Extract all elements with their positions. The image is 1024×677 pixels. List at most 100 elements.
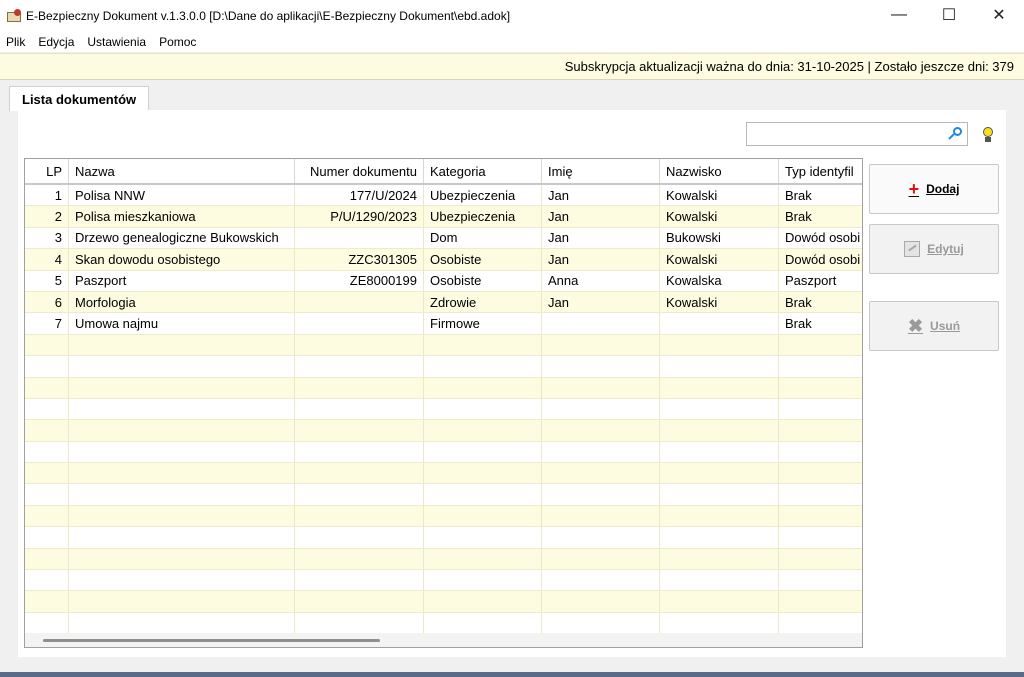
menu-bar: Plik Edycja Ustawienia Pomoc (0, 32, 1024, 52)
minimize-button[interactable]: — (874, 0, 924, 30)
empty-row[interactable] (25, 356, 862, 378)
cell-typ (779, 484, 862, 504)
cell-nazwa (69, 591, 295, 612)
cell-typ (779, 420, 862, 440)
cell-nazwa (69, 484, 295, 505)
empty-row[interactable] (25, 441, 862, 464)
cell-lp (25, 591, 69, 612)
horizontal-scrollbar[interactable] (25, 633, 862, 647)
cell-typ: Paszport (779, 271, 862, 291)
cell-numer (295, 420, 424, 441)
empty-row[interactable] (25, 548, 862, 571)
empty-row[interactable] (25, 484, 862, 506)
cell-nazwisko: Kowalski (660, 206, 779, 227)
empty-row[interactable] (25, 398, 862, 421)
table-row[interactable]: 3 Drzewo genealogiczne Bukowskich Dom Jan Bu… (25, 227, 862, 250)
cell-imie (542, 356, 660, 377)
cell-typ: Brak (779, 206, 862, 226)
column-header-nazwa[interactable]: Nazwa (69, 159, 295, 183)
menu-ustawienia[interactable]: Ustawienia (81, 35, 153, 49)
empty-row[interactable] (25, 334, 862, 357)
menu-edycja[interactable]: Edycja (32, 35, 81, 49)
cell-nazwa (69, 505, 295, 527)
table-row[interactable]: 5 Paszport ZE8000199 Osobiste Anna Kowalska Pa… (25, 270, 862, 292)
cell-lp: 2 (25, 206, 69, 227)
cell-kategoria (424, 420, 542, 441)
column-header-numer[interactable]: Numer dokumentu (295, 159, 424, 183)
cell-nazwa: Paszport (69, 270, 295, 291)
cell-lp (25, 441, 69, 463)
column-header-typ[interactable]: Typ identyfil (779, 159, 862, 183)
cell-imie (542, 548, 660, 570)
menu-pomoc[interactable]: Pomoc (153, 35, 203, 49)
column-header-lp[interactable]: LP (25, 159, 69, 183)
cell-kategoria (424, 527, 542, 548)
cell-typ (779, 335, 862, 355)
cell-nazwa (69, 548, 295, 570)
cell-nazwisko: Kowalski (660, 291, 779, 313)
empty-row[interactable] (25, 420, 862, 442)
lightbulb-icon[interactable] (981, 127, 995, 145)
cell-typ (779, 442, 862, 462)
cell-nazwisko: Kowalska (660, 270, 779, 291)
maximize-button[interactable]: ☐ (924, 0, 974, 30)
cell-kategoria: Ubezpieczenia (424, 206, 542, 227)
table-header: LP Nazwa Numer dokumentu Kategoria Imię … (25, 159, 862, 185)
cell-numer (295, 570, 424, 591)
cell-imie (542, 484, 660, 505)
menu-plik[interactable]: Plik (0, 35, 32, 49)
cell-nazwisko (660, 612, 779, 634)
cell-lp (25, 463, 69, 484)
delete-button[interactable]: ✖ Usuń (869, 301, 999, 351)
cell-kategoria (424, 377, 542, 398)
cell-kategoria (424, 505, 542, 527)
table-row[interactable]: 2 Polisa mieszkaniowa P/U/1290/2023 Ubezpie… (25, 206, 862, 228)
search-icon[interactable] (947, 126, 963, 142)
empty-row[interactable] (25, 463, 862, 485)
tab-document-list[interactable]: Lista dokumentów (9, 86, 150, 111)
subscription-text: Subskrypcja aktualizacji ważna do dnia: … (564, 59, 1014, 74)
edit-button[interactable]: Edytuj (869, 224, 999, 274)
cell-nazwa (69, 420, 295, 441)
cell-imie: Jan (542, 227, 660, 249)
cell-typ (779, 549, 862, 569)
cell-nazwa (69, 570, 295, 591)
cell-imie: Jan (542, 185, 660, 206)
cell-kategoria (424, 334, 542, 356)
cell-nazwa (69, 398, 295, 420)
search-input[interactable] (746, 122, 968, 146)
cell-nazwisko (660, 398, 779, 420)
cell-nazwisko (660, 313, 779, 334)
window-title: E-Bezpieczny Dokument v.1.3.0.0 [D:\Dane… (26, 9, 511, 23)
cell-kategoria: Zdrowie (424, 291, 542, 313)
empty-row[interactable] (25, 527, 862, 549)
cell-kategoria: Firmowe (424, 313, 542, 334)
column-header-kategoria[interactable]: Kategoria (424, 159, 542, 183)
table-row[interactable]: 1 Polisa NNW 177/U/2024 Ubezpieczenia Jan Kow… (25, 185, 862, 207)
empty-row[interactable] (25, 612, 862, 635)
empty-row[interactable] (25, 377, 862, 399)
cell-lp: 4 (25, 249, 69, 270)
cell-kategoria: Dom (424, 227, 542, 249)
table-row[interactable]: 4 Skan dowodu osobistego ZZC301305 Osobiste… (25, 249, 862, 271)
cell-nazwa: Skan dowodu osobistego (69, 249, 295, 270)
table-row[interactable]: 6 Morfologia Zdrowie Jan Kowalski Brak (25, 291, 862, 314)
scrollbar-thumb[interactable] (43, 639, 380, 642)
cell-nazwisko (660, 463, 779, 484)
column-header-nazwisko[interactable]: Nazwisko (660, 159, 779, 183)
cell-imie (542, 420, 660, 441)
add-button[interactable]: + Dodaj (869, 164, 999, 214)
empty-row[interactable] (25, 570, 862, 592)
cell-numer (295, 356, 424, 377)
empty-row[interactable] (25, 505, 862, 528)
table-row[interactable]: 7 Umowa najmu Firmowe Brak (25, 313, 862, 335)
empty-row[interactable] (25, 591, 862, 613)
close-button[interactable]: ✕ (974, 0, 1024, 30)
cell-imie (542, 398, 660, 420)
cell-numer (295, 441, 424, 463)
cell-nazwa (69, 377, 295, 398)
cell-numer (295, 612, 424, 634)
cell-lp (25, 398, 69, 420)
column-header-imie[interactable]: Imię (542, 159, 660, 183)
cell-numer: 177/U/2024 (295, 185, 424, 206)
